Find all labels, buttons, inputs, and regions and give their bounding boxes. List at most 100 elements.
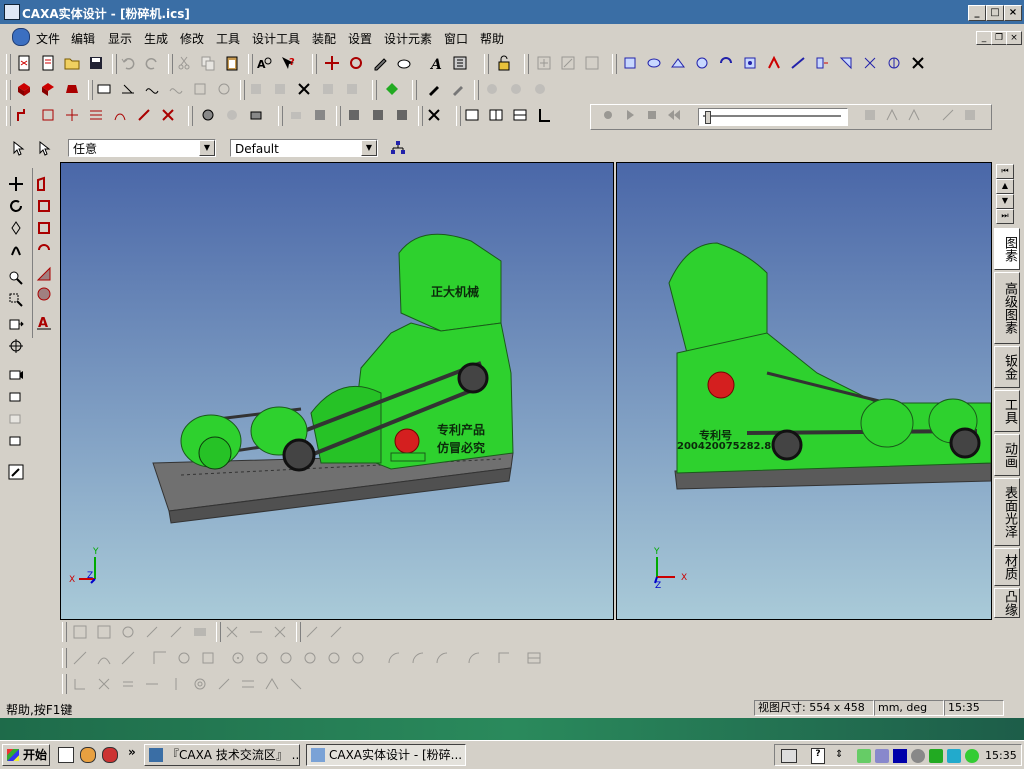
sketch-icon[interactable]: [36, 242, 52, 258]
tab-sheet-metal[interactable]: 钣金: [994, 346, 1020, 388]
toolbar-grip[interactable]: [112, 54, 117, 74]
stop-icon[interactable]: [644, 107, 660, 123]
zoom-icon[interactable]: [8, 270, 24, 286]
feature-icon[interactable]: [96, 81, 112, 97]
tray-app-icon[interactable]: [857, 749, 871, 763]
tray-app-icon[interactable]: [947, 749, 961, 763]
constraint-tool-icon[interactable]: [264, 676, 280, 692]
draw-arc-icon[interactable]: [410, 650, 426, 666]
block-icon[interactable]: [40, 81, 56, 97]
constraint-tool-icon[interactable]: [96, 676, 112, 692]
block-icon[interactable]: [64, 81, 80, 97]
menu-help[interactable]: 帮助: [480, 30, 504, 47]
document-icon[interactable]: [12, 28, 30, 46]
layer-icon[interactable]: [394, 107, 410, 123]
media-player-icon[interactable]: [893, 749, 907, 763]
view-icon[interactable]: [622, 55, 638, 71]
draw-table-icon[interactable]: [526, 650, 542, 666]
draw-circle-icon[interactable]: [326, 650, 342, 666]
menu-assembly[interactable]: 装配: [312, 30, 336, 47]
open-folder-icon[interactable]: [64, 55, 80, 71]
tools-icon[interactable]: [296, 81, 312, 97]
draw-arc-icon[interactable]: [434, 650, 450, 666]
feature-icon[interactable]: [144, 81, 160, 97]
arrow-pointer-icon[interactable]: [36, 140, 52, 156]
toolbar-grip[interactable]: [612, 54, 617, 74]
draw-rect-icon[interactable]: [200, 650, 216, 666]
constraint-tool-icon[interactable]: [288, 676, 304, 692]
filter-select[interactable]: 任意 ▼: [68, 139, 216, 157]
view-icon[interactable]: [862, 55, 878, 71]
camera-icon[interactable]: [8, 388, 24, 404]
text-icon[interactable]: A: [36, 314, 52, 330]
toolbar-grip[interactable]: [62, 674, 67, 694]
dropdown-arrow-icon[interactable]: ▼: [199, 140, 215, 156]
sketch-tool-icon[interactable]: [96, 624, 112, 640]
menu-file[interactable]: 文件: [36, 30, 60, 47]
quicklaunch-icon[interactable]: [102, 747, 118, 763]
keyboard-icon[interactable]: [781, 749, 797, 763]
mdi-minimize-button[interactable]: _: [976, 31, 992, 45]
close-button[interactable]: ×: [1004, 5, 1022, 21]
render-icon[interactable]: [384, 81, 400, 97]
scroll-up-icon[interactable]: ▲: [996, 179, 1014, 194]
toolbar-grip[interactable]: [240, 80, 245, 100]
zoom-window-icon[interactable]: [8, 292, 24, 308]
target-icon[interactable]: [8, 338, 24, 354]
tree-icon[interactable]: [390, 140, 406, 156]
undo-icon[interactable]: [120, 55, 136, 71]
toolbar-grip[interactable]: [6, 54, 11, 74]
paint-icon[interactable]: [396, 55, 412, 71]
record-icon[interactable]: [600, 107, 616, 123]
camera-icon[interactable]: [8, 366, 24, 382]
draw-circle-icon[interactable]: [278, 650, 294, 666]
pen-icon[interactable]: [372, 55, 388, 71]
menu-window[interactable]: 窗口: [444, 30, 468, 47]
toolbar-grip[interactable]: [524, 54, 529, 74]
new-drawing-icon[interactable]: [40, 55, 56, 71]
save-icon[interactable]: [88, 55, 104, 71]
constraint-tool-icon[interactable]: [144, 676, 160, 692]
rewind-icon[interactable]: [666, 107, 682, 123]
draw-line-icon[interactable]: [72, 650, 88, 666]
view-icon[interactable]: [694, 55, 710, 71]
play-icon[interactable]: [622, 107, 638, 123]
eyedropper-icon[interactable]: [426, 81, 442, 97]
toolbar-grip[interactable]: [248, 54, 253, 74]
mdi-restore-button[interactable]: ❐: [991, 31, 1007, 45]
tab-material[interactable]: 材质: [994, 548, 1020, 586]
tray-app-icon[interactable]: [911, 749, 925, 763]
toolbar-grip[interactable]: [168, 54, 173, 74]
menu-design-tools[interactable]: 设计工具: [252, 30, 300, 47]
curve-icon[interactable]: [136, 107, 152, 123]
animation-icon[interactable]: [862, 107, 878, 123]
toolbar-grip[interactable]: [474, 80, 479, 100]
view-icon[interactable]: [910, 55, 926, 71]
feature-icon[interactable]: [216, 81, 232, 97]
layer-icon[interactable]: [312, 107, 328, 123]
feature-icon[interactable]: [248, 81, 264, 97]
light-icon[interactable]: [532, 81, 548, 97]
light-icon[interactable]: [508, 81, 524, 97]
window-icon[interactable]: [488, 107, 504, 123]
draw-circle-icon[interactable]: [230, 650, 246, 666]
draw-circle-icon[interactable]: [254, 650, 270, 666]
tray-app-icon[interactable]: [929, 749, 943, 763]
curve-icon[interactable]: [160, 107, 176, 123]
curve-icon[interactable]: [16, 107, 32, 123]
corner-icon[interactable]: [536, 107, 552, 123]
animation-icon[interactable]: [962, 107, 978, 123]
edit-icon[interactable]: [8, 464, 24, 480]
sketch-tool-icon[interactable]: [144, 624, 160, 640]
view-icon[interactable]: [838, 55, 854, 71]
view-icon[interactable]: [814, 55, 830, 71]
toolbar-grip[interactable]: [484, 54, 489, 74]
menu-generate[interactable]: 生成: [144, 30, 168, 47]
arrow-pointer-icon[interactable]: [10, 140, 26, 156]
draw-arc-icon[interactable]: [96, 650, 112, 666]
animation-icon[interactable]: [884, 107, 900, 123]
tray-app-icon[interactable]: [875, 749, 889, 763]
help-icon[interactable]: ?: [811, 748, 825, 764]
window-icon[interactable]: [464, 107, 480, 123]
menu-design-elements[interactable]: 设计元素: [384, 30, 432, 47]
